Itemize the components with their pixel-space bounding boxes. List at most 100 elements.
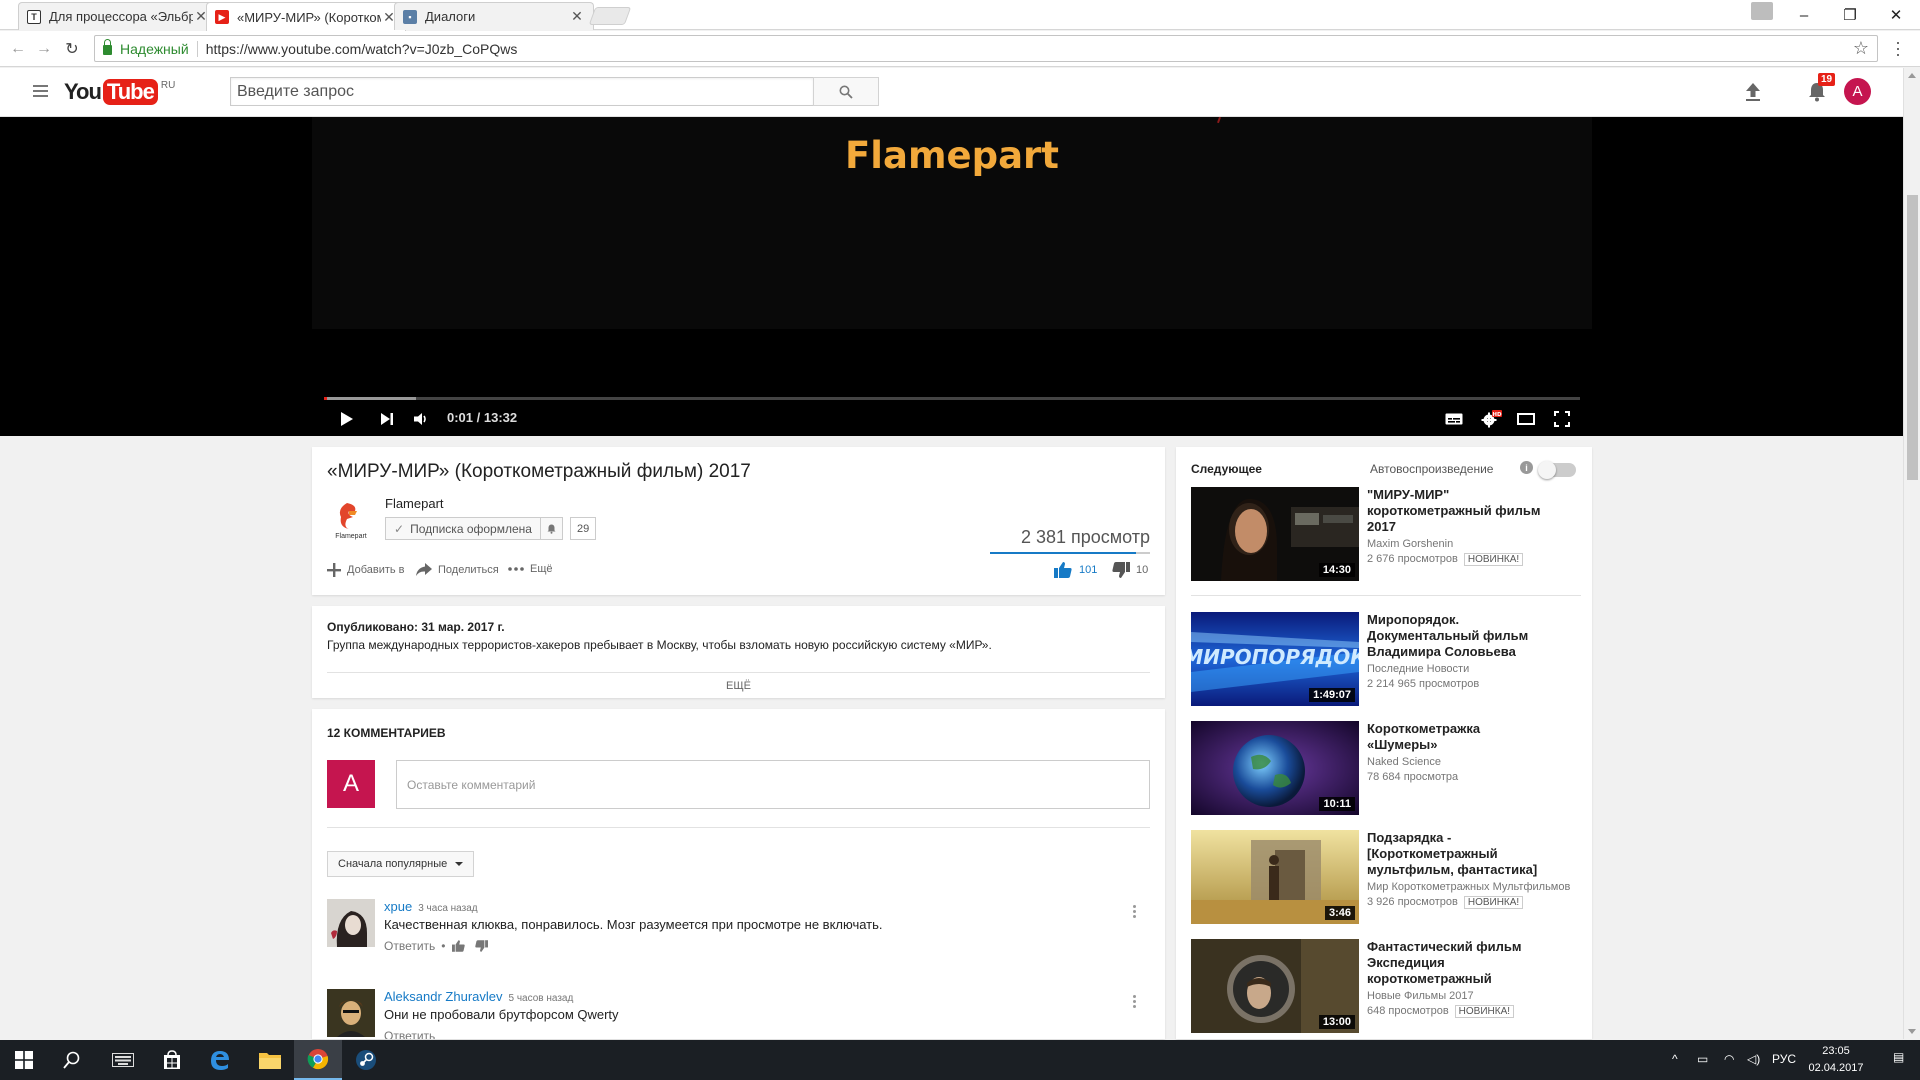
channel-logo[interactable]: Flamepart <box>327 497 375 545</box>
video-thumbnail[interactable]: 13:00 <box>1191 939 1359 1033</box>
subscribe-button[interactable]: ✓ Подписка оформлена <box>385 517 563 540</box>
account-avatar[interactable]: A <box>1844 78 1871 105</box>
tab-title: Для процессора «Эльбр <box>49 9 193 24</box>
close-window-icon[interactable]: ✕ <box>1873 0 1919 30</box>
scroll-up-icon[interactable] <box>1908 73 1916 78</box>
recommended-title[interactable]: Подзарядка - [Короткометражный мультфиль… <box>1367 830 1552 878</box>
dislike-button[interactable]: 10 <box>1112 562 1148 578</box>
browser-tab-1[interactable]: T Для процессора «Эльбр ✕ <box>18 2 218 30</box>
system-clock[interactable]: 23:05 02.04.2017 <box>1806 1043 1866 1077</box>
omnibox[interactable]: Надежный https://www.youtube.com/watch?v… <box>94 35 1878 62</box>
recommended-title[interactable]: Миропорядок. Документальный фильм Владим… <box>1367 612 1552 660</box>
channel-name[interactable]: Flamepart <box>385 496 444 511</box>
new-tab-button[interactable] <box>588 7 632 25</box>
restore-icon[interactable]: ❐ <box>1827 0 1873 30</box>
like-button[interactable]: 101 <box>1054 562 1097 578</box>
video-thumbnail[interactable]: 14:30 <box>1191 487 1359 581</box>
close-tab-icon[interactable]: ✕ <box>569 8 585 25</box>
keyboard-app-button[interactable] <box>99 1040 147 1080</box>
search-input[interactable] <box>230 77 813 106</box>
video-player[interactable]: Flamepart 0:01 / 13:32 HD <box>0 116 1903 436</box>
minimize-icon[interactable]: – <box>1781 0 1827 30</box>
comment-time[interactable]: 3 часа назад <box>418 903 477 914</box>
search-taskbar-button[interactable] <box>48 1040 96 1080</box>
action-center-icon[interactable]: ▤ <box>1893 1050 1904 1064</box>
fullscreen-button[interactable] <box>1550 407 1574 431</box>
scroll-down-icon[interactable] <box>1908 1029 1916 1034</box>
comment-actions: Ответить <box>384 1029 435 1039</box>
author-name[interactable]: Aleksandr Zhuravlev <box>384 989 503 1004</box>
recommended-video[interactable]: 10:11 Короткометражка «Шумеры» Naked Sci… <box>1191 721 1581 815</box>
comment-author[interactable]: Aleksandr Zhuravlev 5 часов назад <box>384 989 573 1004</box>
notification-bell-icon[interactable] <box>539 518 562 539</box>
page-scrollbar[interactable] <box>1903 68 1920 1039</box>
thumbs-down-icon[interactable] <box>474 940 488 952</box>
browser-menu-icon[interactable]: · · · <box>1893 33 1903 63</box>
browser-tab-2[interactable]: ▶ «МИРУ-МИР» (Короткоме ✕ <box>206 2 406 31</box>
volume-tray-icon[interactable]: ◁) <box>1747 1052 1760 1066</box>
video-thumbnail[interactable]: 10:11 <box>1191 721 1359 815</box>
language-indicator[interactable]: РУС <box>1772 1052 1796 1066</box>
comment-time[interactable]: 5 часов назад <box>509 993 574 1004</box>
video-thumbnail[interactable]: 3:46 <box>1191 830 1359 924</box>
theater-mode-button[interactable] <box>1514 407 1538 431</box>
recommended-video[interactable]: 13:00 Фантастический фильм Экспедиция ко… <box>1191 939 1581 1033</box>
settings-button[interactable]: HD <box>1478 407 1504 431</box>
upload-icon[interactable] <box>1744 82 1762 102</box>
profile-icon[interactable] <box>1751 2 1773 20</box>
show-more-button[interactable]: ЕЩЁ <box>312 680 1165 692</box>
store-button[interactable] <box>148 1040 196 1080</box>
share-button[interactable]: Поделиться <box>416 563 499 576</box>
play-button[interactable] <box>336 407 358 431</box>
next-button[interactable] <box>376 407 398 431</box>
comment-author[interactable]: xpue 3 часа назад <box>384 899 478 914</box>
chrome-button[interactable] <box>294 1040 342 1080</box>
author-name[interactable]: xpue <box>384 899 412 914</box>
new-badge: НОВИНКА! <box>1463 553 1524 566</box>
comment-author-avatar[interactable] <box>327 989 375 1037</box>
reply-button[interactable]: Ответить <box>384 1029 435 1039</box>
search-button[interactable] <box>813 77 879 106</box>
battery-icon[interactable]: ▭ <box>1697 1052 1708 1066</box>
sort-comments-dropdown[interactable]: Сначала популярные <box>327 851 475 877</box>
reload-icon[interactable]: ↻ <box>60 37 84 61</box>
recommended-title[interactable]: Фантастический фильм Экспедиция коротком… <box>1367 939 1552 987</box>
subtitles-button[interactable] <box>1442 407 1466 431</box>
info-icon[interactable]: i <box>1520 461 1533 474</box>
wifi-icon[interactable]: ◠ <box>1724 1052 1734 1066</box>
recommended-title[interactable]: "МИРУ-МИР" короткометражный фильм 2017 <box>1367 487 1552 535</box>
comment-menu-icon[interactable] <box>1133 995 1136 1010</box>
comment-author-avatar[interactable] <box>327 899 375 947</box>
comment-input[interactable] <box>396 760 1150 809</box>
comment-menu-icon[interactable] <box>1133 905 1136 920</box>
thumbs-up-icon[interactable] <box>451 940 465 952</box>
start-button[interactable] <box>0 1040 48 1080</box>
notifications-badge[interactable]: 19 <box>1818 73 1836 86</box>
autoplay-toggle[interactable] <box>1538 461 1576 479</box>
video-thumbnail[interactable]: МИРОПОРЯДОК 1:49:07 <box>1191 612 1359 706</box>
bookmark-star-icon[interactable]: ☆ <box>1853 38 1869 59</box>
recommended-video[interactable]: 3:46 Подзарядка - [Короткометражный муль… <box>1191 830 1581 924</box>
file-explorer-button[interactable] <box>246 1040 294 1080</box>
recommended-title[interactable]: Короткометражка «Шумеры» <box>1367 721 1552 753</box>
back-icon[interactable]: ← <box>6 37 30 61</box>
forward-icon[interactable]: → <box>32 37 56 61</box>
browser-tab-3[interactable]: ▪ Диалоги ✕ <box>394 2 594 30</box>
recommended-video[interactable]: МИРОПОРЯДОК 1:49:07 Миропорядок. Докумен… <box>1191 612 1581 706</box>
recommended-video[interactable]: 14:30 "МИРУ-МИР" короткометражный фильм … <box>1191 487 1581 581</box>
scrollbar-thumb[interactable] <box>1907 195 1918 480</box>
address-bar-row: ← → ↻ Надежный https://www.youtube.com/w… <box>0 31 1920 67</box>
guide-menu-icon[interactable] <box>33 85 48 100</box>
volume-icon <box>414 413 426 425</box>
add-to-button[interactable]: Добавить в <box>327 563 405 577</box>
mute-button[interactable] <box>410 407 432 431</box>
more-actions-button[interactable]: Ещё <box>508 563 553 575</box>
youtube-logo[interactable]: You Tube RU <box>64 78 175 106</box>
video-frame[interactable]: Flamepart <box>312 116 1592 329</box>
show-hidden-icons[interactable]: ^ <box>1672 1052 1678 1066</box>
progress-bar[interactable] <box>324 397 1580 400</box>
reply-button[interactable]: Ответить <box>384 939 435 953</box>
edge-button[interactable] <box>196 1040 244 1080</box>
url-text[interactable]: https://www.youtube.com/watch?v=J0zb_CoP… <box>206 41 518 57</box>
steam-button[interactable] <box>342 1040 390 1080</box>
